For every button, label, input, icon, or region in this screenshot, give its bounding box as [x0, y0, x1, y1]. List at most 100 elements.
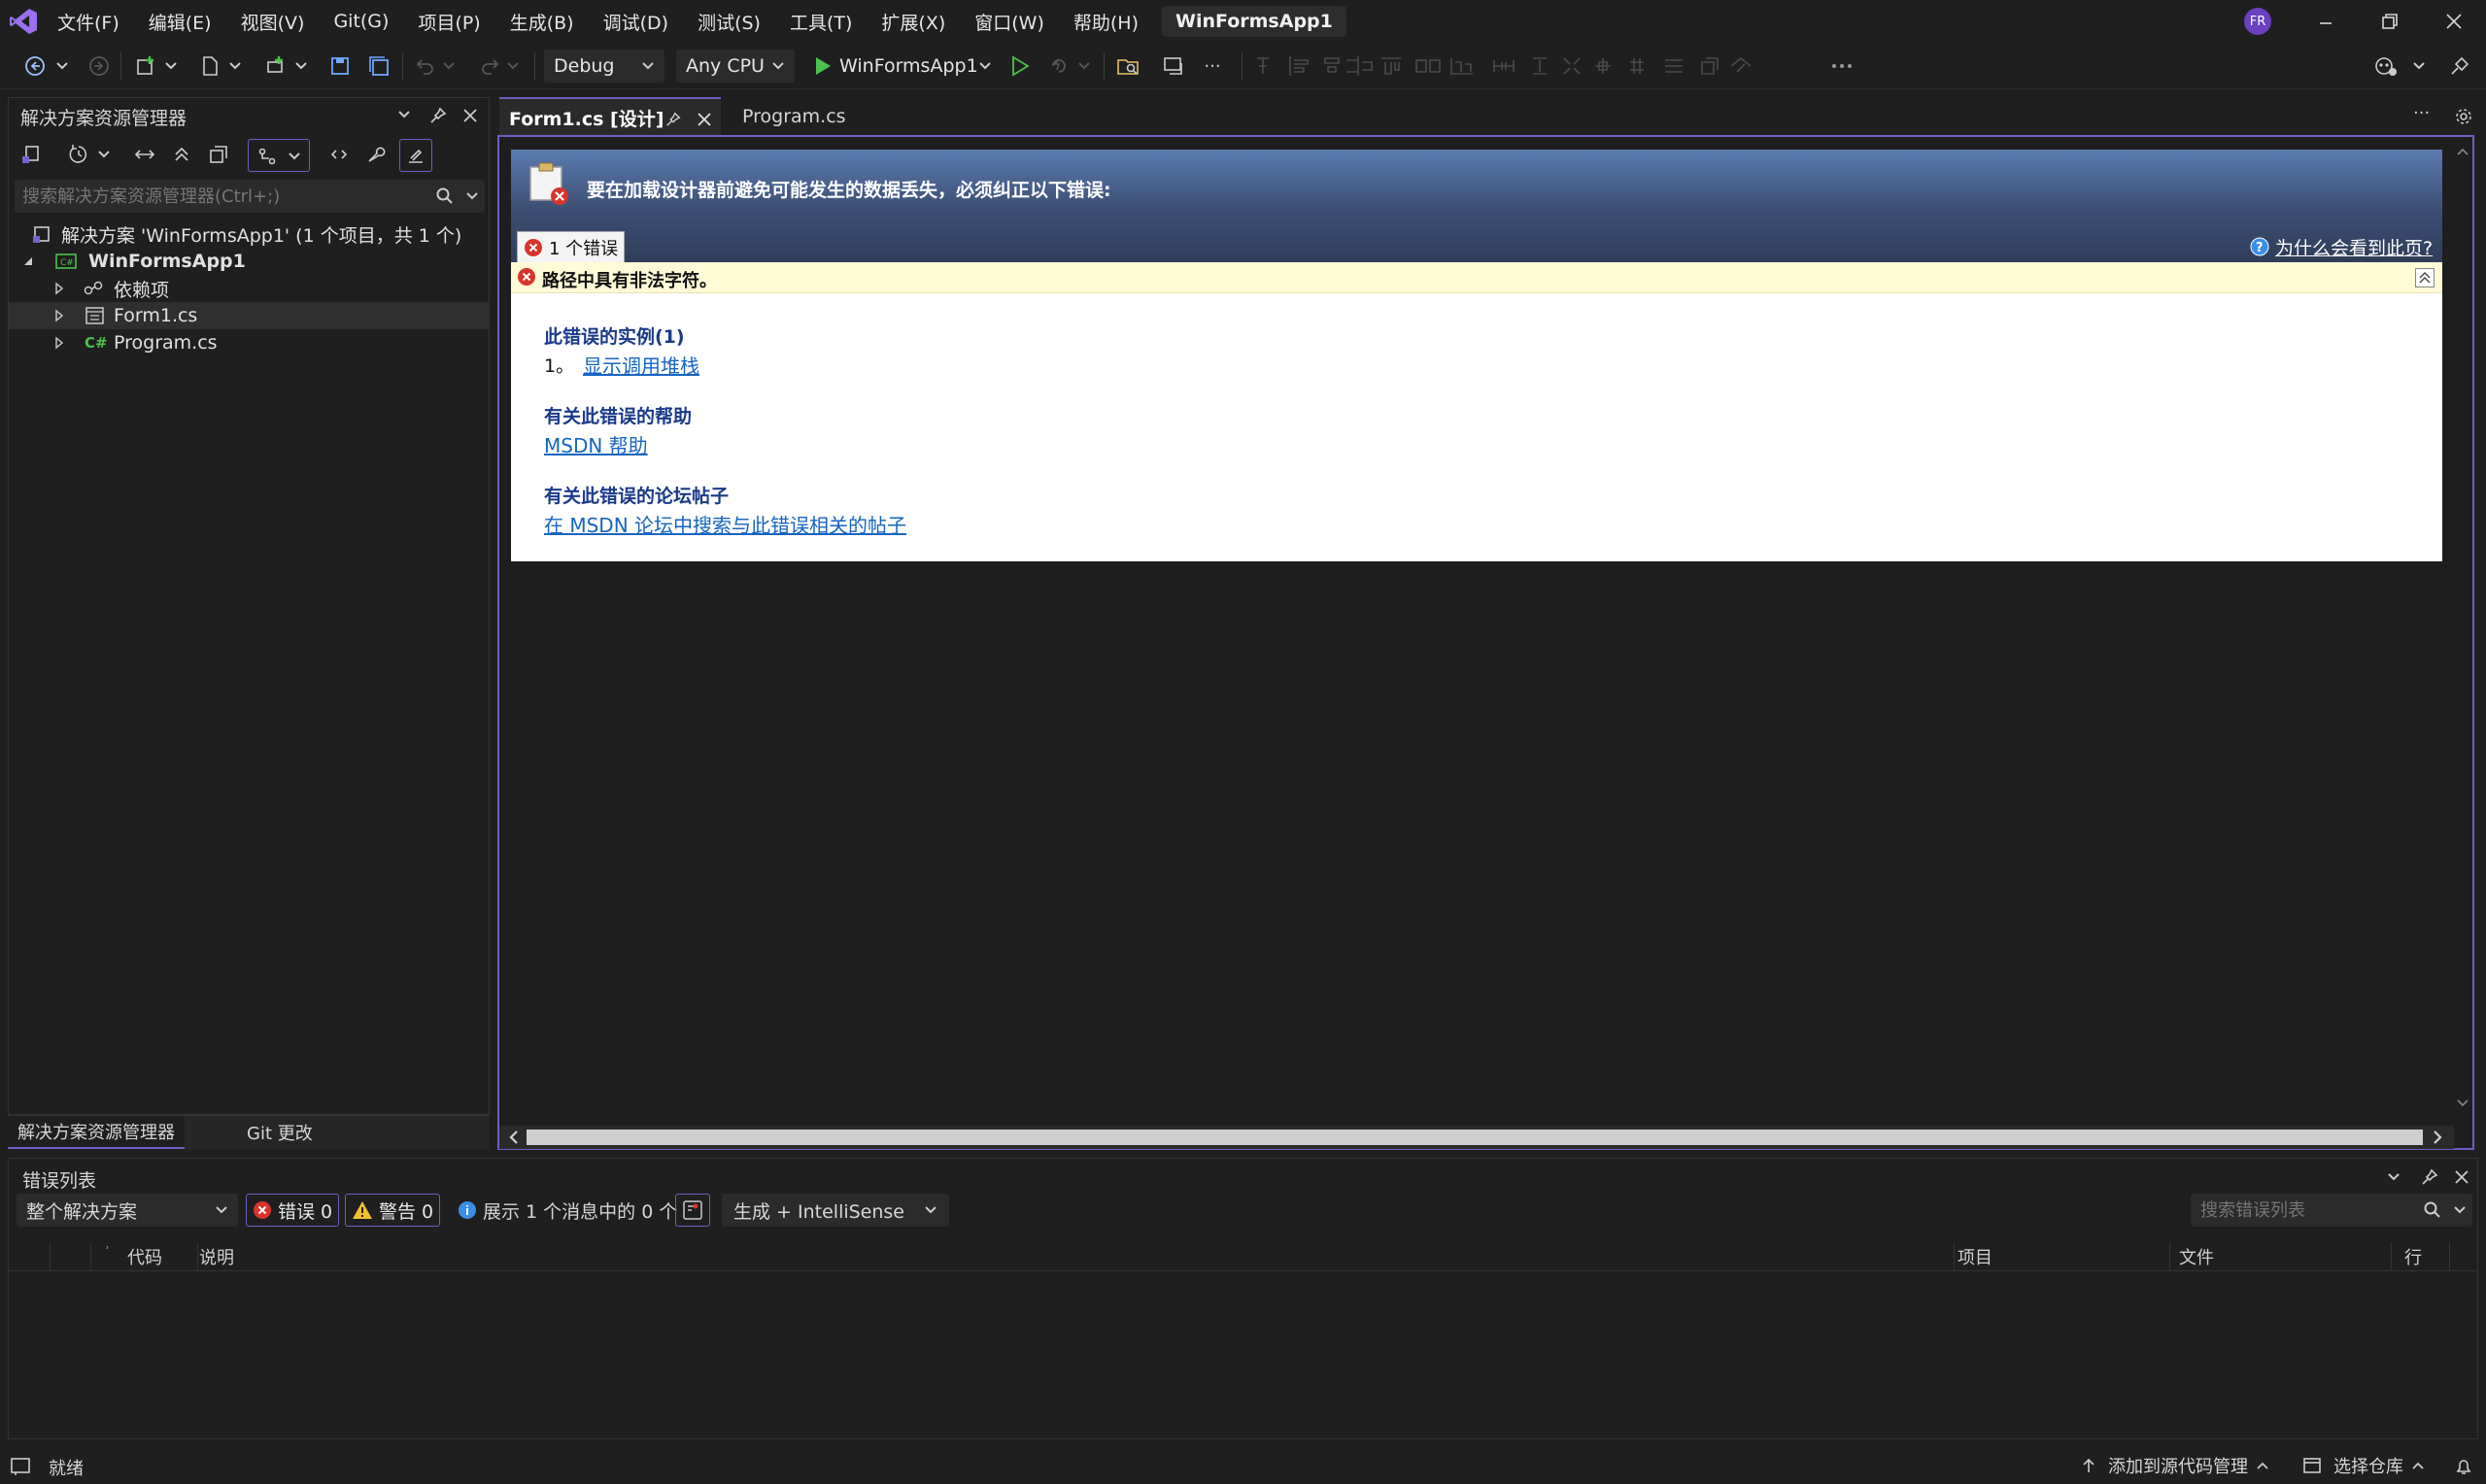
collapse-all-icon[interactable]: [168, 141, 195, 168]
start-without-debugging-icon[interactable]: [1006, 52, 1034, 80]
pending-changes-filter-icon[interactable]: [65, 141, 92, 168]
live-share-icon[interactable]: [1160, 52, 1187, 80]
collapsed-arrow-icon[interactable]: [53, 282, 65, 295]
search-icon[interactable]: [436, 187, 454, 205]
show-all-files-icon[interactable]: [205, 141, 232, 168]
redo-icon[interactable]: [476, 52, 503, 80]
column-line[interactable]: 行: [2404, 1242, 2422, 1271]
expanded-arrow-icon[interactable]: [22, 255, 34, 267]
account-avatar[interactable]: FR: [2244, 8, 2271, 35]
scroll-right-icon[interactable]: [2431, 1130, 2444, 1145]
column-file[interactable]: 文件: [2179, 1242, 2214, 1271]
solution-search-input[interactable]: [22, 183, 421, 210]
chevron-down-icon[interactable]: [397, 110, 411, 119]
preview-selected-items-toggle[interactable]: [399, 139, 432, 172]
collapse-error-icon[interactable]: [2415, 268, 2435, 287]
gear-icon[interactable]: [2454, 107, 2473, 126]
close-window-icon[interactable]: [2442, 10, 2466, 33]
scrollbar-thumb[interactable]: [527, 1130, 2423, 1145]
tree-item-form1[interactable]: Form1.cs: [9, 302, 489, 329]
new-project-icon[interactable]: [132, 52, 159, 80]
menu-view[interactable]: 视图(V): [226, 0, 320, 43]
solution-search-box[interactable]: [15, 180, 485, 213]
view-code-icon[interactable]: [325, 141, 353, 168]
error-list-search-input[interactable]: [2200, 1197, 2414, 1224]
error-count-tab[interactable]: 1 个错误: [517, 231, 626, 262]
close-icon[interactable]: [461, 107, 479, 124]
menu-test[interactable]: 测试(S): [683, 0, 775, 43]
navigate-forward-icon[interactable]: [85, 52, 113, 80]
warnings-filter-button[interactable]: 警告 0: [345, 1194, 441, 1227]
find-in-files-icon[interactable]: [1115, 52, 1142, 80]
menu-project[interactable]: 项目(P): [403, 0, 494, 43]
undo-icon[interactable]: [412, 52, 439, 80]
restore-icon[interactable]: [2378, 10, 2401, 33]
open-file-icon[interactable]: [196, 52, 223, 80]
properties-wrench-icon[interactable]: [362, 141, 390, 168]
collapsed-arrow-icon[interactable]: [53, 336, 65, 350]
error-item-banner[interactable]: 路径中具有非法字符。: [511, 262, 2442, 293]
menu-file[interactable]: 文件(F): [43, 0, 134, 43]
select-repository-button[interactable]: 选择仓库: [2302, 1451, 2425, 1480]
chevron-down-icon[interactable]: [2411, 52, 2427, 80]
copilot-icon[interactable]: [2372, 52, 2400, 80]
pin-icon[interactable]: [664, 111, 682, 128]
tab-overflow-icon[interactable]: ···: [2413, 103, 2430, 123]
menu-tools[interactable]: 工具(T): [775, 0, 867, 43]
tree-item-program[interactable]: C# Program.cs: [9, 329, 489, 356]
configuration-dropdown[interactable]: Debug: [544, 50, 664, 83]
menu-git[interactable]: Git(G): [319, 0, 403, 43]
column-code[interactable]: 代码: [127, 1242, 162, 1271]
start-debugging-button[interactable]: WinFormsApp1: [804, 50, 997, 83]
add-item-icon[interactable]: [262, 52, 289, 80]
platform-dropdown[interactable]: Any CPU: [676, 50, 795, 83]
tree-item-project[interactable]: C# WinFormsApp1: [9, 248, 489, 275]
chevron-down-icon[interactable]: [2387, 1172, 2401, 1182]
chevron-down-icon[interactable]: [293, 52, 309, 80]
errors-filter-button[interactable]: 错误 0: [246, 1194, 340, 1227]
collapsed-arrow-icon[interactable]: [53, 309, 65, 322]
chevron-down-icon[interactable]: [2453, 1205, 2467, 1215]
chevron-down-icon[interactable]: [227, 52, 243, 80]
menu-extensions[interactable]: 扩展(X): [867, 0, 960, 43]
navigate-back-icon[interactable]: [21, 52, 49, 80]
build-intellisense-dropdown[interactable]: 生成 + IntelliSense: [722, 1194, 949, 1227]
save-all-icon[interactable]: [365, 52, 392, 80]
tree-item-solution[interactable]: 解决方案 'WinFormsApp1' (1 个项目，共 1 个): [9, 220, 489, 248]
column-project[interactable]: 项目: [1958, 1242, 1992, 1271]
menu-debug[interactable]: 调试(D): [589, 0, 683, 43]
track-active-item-toggle[interactable]: [248, 139, 310, 172]
chevron-down-icon[interactable]: [505, 52, 521, 80]
close-icon[interactable]: [2453, 1168, 2470, 1186]
chevron-down-icon[interactable]: [96, 141, 112, 168]
chevron-down-icon[interactable]: [1076, 52, 1092, 80]
menu-window[interactable]: 窗口(W): [960, 0, 1059, 43]
tab-git-changes[interactable]: Git 更改: [237, 1116, 323, 1149]
add-to-source-control-button[interactable]: 添加到源代码管理: [2081, 1451, 2269, 1480]
pin-icon[interactable]: [2420, 1167, 2439, 1187]
toolbar-overflow-icon[interactable]: ···: [1199, 52, 1226, 80]
vertical-scrollbar[interactable]: [2454, 141, 2471, 1116]
close-icon[interactable]: [696, 111, 713, 128]
msdn-help-link[interactable]: MSDN 帮助: [544, 430, 648, 458]
chevron-down-icon[interactable]: [465, 191, 479, 201]
notifications-bell-icon[interactable]: [2454, 1457, 2473, 1476]
solution-name-badge[interactable]: WinFormsApp1: [1162, 6, 1346, 37]
tab-program-cs[interactable]: Program.cs: [731, 97, 858, 136]
error-scope-dropdown[interactable]: 整个解决方案: [17, 1194, 238, 1227]
menu-help[interactable]: 帮助(H): [1059, 0, 1153, 43]
sync-with-active-document-icon[interactable]: [131, 141, 158, 168]
visual-studio-logo-icon[interactable]: [8, 6, 39, 37]
scroll-down-icon[interactable]: [2456, 1098, 2469, 1108]
build-filter-toggle[interactable]: [675, 1194, 710, 1227]
messages-filter-button[interactable]: 展示 1 个消息中的 0 个: [452, 1194, 683, 1227]
menu-build[interactable]: 生成(B): [495, 0, 589, 43]
scroll-up-icon[interactable]: [2456, 147, 2469, 156]
forum-search-link[interactable]: 在 MSDN 论坛中搜索与此错误相关的帖子: [544, 510, 906, 538]
column-description[interactable]: 说明: [199, 1242, 234, 1271]
horizontal-scrollbar[interactable]: [499, 1126, 2454, 1149]
minimize-icon[interactable]: [2314, 12, 2337, 35]
chevron-down-icon[interactable]: [54, 52, 70, 80]
share-feedback-icon[interactable]: [2446, 52, 2473, 80]
output-window-icon[interactable]: [10, 1457, 31, 1476]
